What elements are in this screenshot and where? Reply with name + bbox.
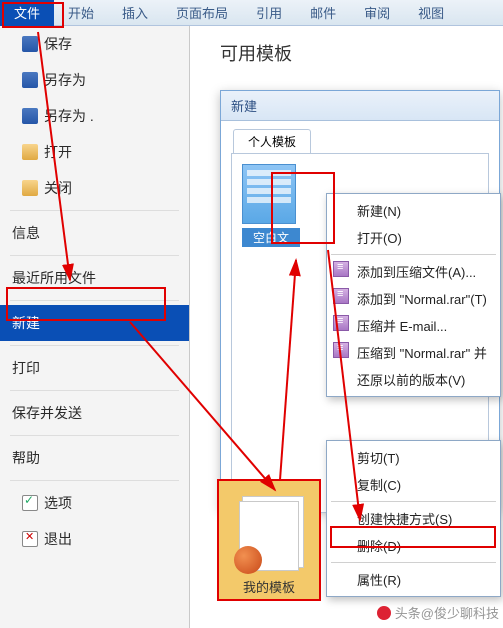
menu-options[interactable]: 选项 bbox=[0, 485, 189, 521]
exit-icon bbox=[22, 531, 38, 547]
ctx-restore[interactable]: 还原以前的版本(V) bbox=[327, 366, 500, 393]
template-thumb-icon bbox=[242, 164, 296, 224]
disk-icon bbox=[22, 72, 38, 88]
ribbon-tab-view[interactable]: 视图 bbox=[404, 0, 458, 26]
menu-saveas-web[interactable]: 另存为 . bbox=[0, 98, 189, 134]
menu-info[interactable]: 信息 bbox=[0, 215, 189, 251]
menu-label: 退出 bbox=[44, 529, 72, 549]
watermark: 头条@俊少聊科技 bbox=[377, 603, 499, 622]
dialog-tab-personal[interactable]: 个人模板 bbox=[233, 129, 311, 153]
context-menu-1: 新建(N) 打开(O) 添加到压缩文件(A)... 添加到 "Normal.ra… bbox=[326, 193, 501, 397]
ribbon-tab-review[interactable]: 审阅 bbox=[350, 0, 404, 26]
options-icon bbox=[22, 495, 38, 511]
menu-close[interactable]: 关闭 bbox=[0, 170, 189, 206]
menu-print[interactable]: 打印 bbox=[0, 350, 189, 386]
my-templates-tile[interactable]: 我的模板 bbox=[218, 480, 320, 600]
ctx-cut[interactable]: 剪切(T) bbox=[327, 444, 500, 471]
ctx-add-archive[interactable]: 添加到压缩文件(A)... bbox=[327, 258, 500, 285]
ribbon-tab-file[interactable]: 文件 bbox=[0, 0, 54, 26]
content-title: 可用模板 bbox=[190, 26, 503, 74]
ctx-properties[interactable]: 属性(R) bbox=[327, 566, 500, 593]
ribbon-tab-layout[interactable]: 页面布局 bbox=[162, 0, 242, 26]
ctx-add-normal[interactable]: 添加到 "Normal.rar"(T) bbox=[327, 285, 500, 312]
ribbon-tab-insert[interactable]: 插入 bbox=[108, 0, 162, 26]
ctx-delete[interactable]: 删除(D) bbox=[327, 532, 500, 559]
disk-icon bbox=[22, 36, 38, 52]
template-label: 空白文 bbox=[242, 228, 300, 247]
ctx-compress-email[interactable]: 压缩并 E-mail... bbox=[327, 312, 500, 339]
menu-label: 另存为 bbox=[44, 70, 86, 90]
backstage-panel: 保存 另存为 另存为 . 打开 关闭 信息 最近所用文件 新建 打印 保存并发送… bbox=[0, 26, 190, 628]
context-menu-2: 剪切(T) 复制(C) 创建快捷方式(S) 删除(D) 属性(R) bbox=[326, 440, 501, 597]
dialog-title: 新建 bbox=[221, 91, 499, 121]
menu-label: 另存为 . bbox=[44, 106, 94, 126]
ctx-new[interactable]: 新建(N) bbox=[327, 197, 500, 224]
menu-label: 关闭 bbox=[44, 178, 72, 198]
template-item[interactable]: 空白文 bbox=[242, 164, 300, 247]
ctx-shortcut[interactable]: 创建快捷方式(S) bbox=[327, 505, 500, 532]
menu-label: 选项 bbox=[44, 493, 72, 513]
disk-icon bbox=[22, 108, 38, 124]
menu-label: 保存 bbox=[44, 34, 72, 54]
menu-exit[interactable]: 退出 bbox=[0, 521, 189, 557]
ctx-open[interactable]: 打开(O) bbox=[327, 224, 500, 251]
ribbon-tabs: 文件 开始 插入 页面布局 引用 邮件 审阅 视图 bbox=[0, 0, 503, 26]
menu-share[interactable]: 保存并发送 bbox=[0, 395, 189, 431]
menu-new[interactable]: 新建 bbox=[0, 305, 189, 341]
ribbon-tab-mail[interactable]: 邮件 bbox=[296, 0, 350, 26]
rar-icon bbox=[333, 261, 349, 277]
menu-save[interactable]: 保存 bbox=[0, 26, 189, 62]
my-templates-label: 我的模板 bbox=[243, 577, 295, 596]
rar-icon bbox=[333, 315, 349, 331]
rar-icon bbox=[333, 288, 349, 304]
menu-open[interactable]: 打开 bbox=[0, 134, 189, 170]
menu-help[interactable]: 帮助 bbox=[0, 440, 189, 476]
my-templates-icon bbox=[239, 501, 299, 571]
dialog-tabs: 个人模板 bbox=[233, 129, 499, 153]
folder-icon bbox=[22, 144, 38, 160]
menu-label: 打开 bbox=[44, 142, 72, 162]
ribbon-tab-home[interactable]: 开始 bbox=[54, 0, 108, 26]
rar-icon bbox=[333, 342, 349, 358]
menu-recent[interactable]: 最近所用文件 bbox=[0, 260, 189, 296]
ctx-compress-normal[interactable]: 压缩到 "Normal.rar" 并 bbox=[327, 339, 500, 366]
menu-saveas[interactable]: 另存为 bbox=[0, 62, 189, 98]
ctx-copy[interactable]: 复制(C) bbox=[327, 471, 500, 498]
ribbon-tab-reference[interactable]: 引用 bbox=[242, 0, 296, 26]
folder-icon bbox=[22, 180, 38, 196]
